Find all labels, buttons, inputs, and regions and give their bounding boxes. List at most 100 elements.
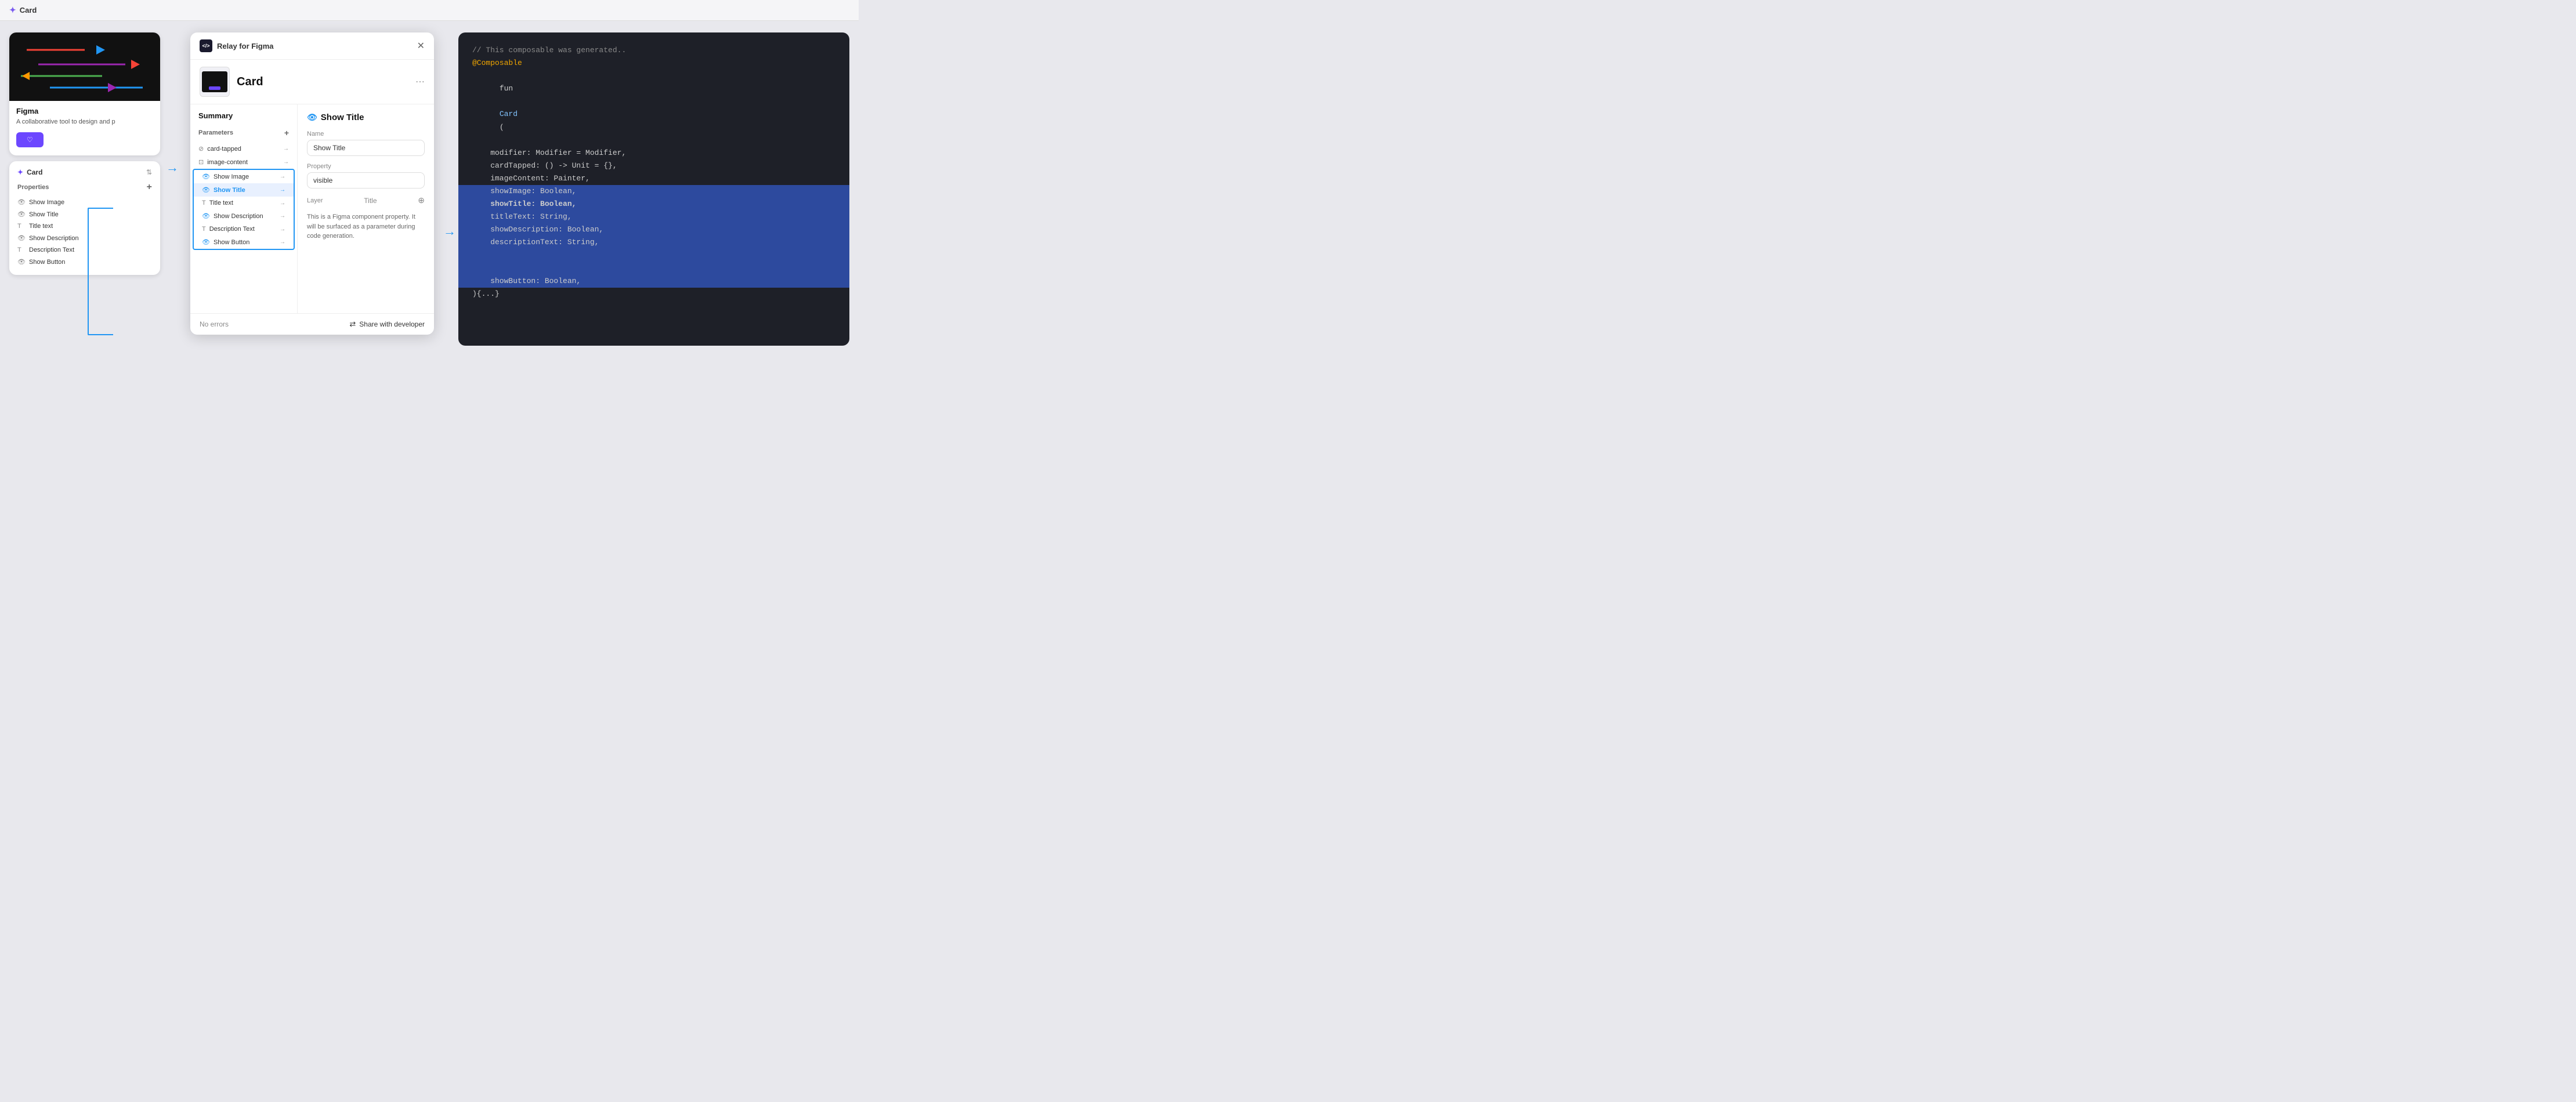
param-show-title[interactable]: 👁 Show Title → <box>194 183 294 197</box>
selected-params-group: 👁 Show Image → 👁 Show Title → T Title te… <box>194 170 294 249</box>
param-card-tapped[interactable]: ⊘ card-tapped → <box>190 142 297 155</box>
properties-add-icon[interactable]: + <box>147 182 152 193</box>
prop-show-image[interactable]: 👁 Show Image <box>17 196 152 208</box>
text-icon-2: T <box>17 246 26 253</box>
eye-icon-show-image: 👁 <box>202 173 210 180</box>
no-errors-text: No errors <box>200 320 229 328</box>
thumb-button <box>209 86 220 90</box>
modal-header: </> Relay for Figma ✕ <box>190 32 434 60</box>
figma-preview-image <box>9 32 160 101</box>
property-list: 👁 Show Image 👁 Show Title T Title text 👁… <box>17 196 152 268</box>
prop-description-text[interactable]: T Description Text <box>17 244 152 256</box>
prop-title-text-label: Title text <box>29 223 53 230</box>
params-add-button[interactable]: + <box>284 128 289 137</box>
plugin-name: Relay for Figma <box>217 42 274 50</box>
figma-preview-card: Figma A collaborative tool to design and… <box>9 32 160 155</box>
arrow-icon-6: → <box>280 213 285 219</box>
property-label: Property <box>307 163 425 170</box>
name-input[interactable] <box>307 140 425 156</box>
prop-show-title[interactable]: 👁 Show Title <box>17 208 152 220</box>
param-show-button[interactable]: 👁 Show Button → <box>194 235 294 249</box>
code-line-showbutton: showButton: Boolean, <box>458 275 849 288</box>
param-show-image-label: Show Image <box>214 173 249 180</box>
component-name: Card <box>237 75 415 89</box>
link-icon: ⊘ <box>198 145 204 153</box>
top-bar: ✦ Card <box>0 0 859 21</box>
arrow-icon-8: → <box>280 239 285 245</box>
eye-icon-1: 👁 <box>17 198 26 206</box>
detail-eye-icon: 👁 <box>307 113 317 122</box>
param-title-text-label: Title text <box>209 200 233 206</box>
detail-panel: 👁 Show Title Name Property visible Layer… <box>298 104 434 313</box>
code-line-showdescription: showDescription: Boolean, <box>458 223 849 236</box>
param-show-image[interactable]: 👁 Show Image → <box>194 170 294 183</box>
arrow-icon-3: → <box>280 173 285 180</box>
app-logo: ✦ Card <box>9 5 37 15</box>
code-line-showtitle: showTitle: Boolean, <box>458 198 849 211</box>
prop-show-description[interactable]: 👁 Show Description <box>17 232 152 244</box>
left-panel: Figma A collaborative tool to design and… <box>9 32 160 275</box>
modal-close-button[interactable]: ✕ <box>417 40 425 52</box>
eye-icon-2: 👁 <box>17 211 26 218</box>
params-label: Parameters <box>198 129 233 136</box>
component-menu-icon[interactable]: ⋯ <box>415 76 425 88</box>
arrow-icon-4: → <box>280 187 285 193</box>
figma-heart-button[interactable]: ♡ <box>16 132 44 147</box>
component-thumbnail <box>200 67 230 97</box>
eye-icon-4: 👁 <box>17 258 26 266</box>
modal-to-code-arrow: → <box>443 224 456 239</box>
panel-title-row: ✦ Card <box>17 168 42 176</box>
sort-icon[interactable]: ⇅ <box>146 168 152 176</box>
arrow-icon-1: → <box>283 146 289 152</box>
share-icon: ⇄ <box>349 320 356 329</box>
detail-property-row: Property visible <box>307 163 425 188</box>
prop-description-text-label: Description Text <box>29 246 74 253</box>
target-icon[interactable]: ⊕ <box>418 195 425 205</box>
code-comment: // This composable was generated.. <box>472 44 835 57</box>
param-show-button-label: Show Button <box>214 239 249 246</box>
code-line-cardtapped: cardTapped: () -> Unit = {}, <box>472 160 835 172</box>
params-header: Parameters + <box>190 126 297 142</box>
code-line-showimage: showImage: Boolean, <box>458 185 849 198</box>
class-name: Card <box>500 110 518 118</box>
figma-preview-body: Figma A collaborative tool to design and… <box>9 101 160 155</box>
code-line-titletext: titleText: String, <box>458 211 849 223</box>
share-button[interactable]: ⇄ Share with developer <box>349 320 425 329</box>
code-line-imagecontent: imageContent: Painter, <box>472 172 835 185</box>
text-icon-title: T <box>202 200 206 206</box>
panel-header: ✦ Card ⇅ <box>17 168 152 176</box>
param-image-content-label: image-content <box>207 159 248 166</box>
param-card-tapped-label: card-tapped <box>207 146 241 153</box>
eye-icon-show-desc: 👁 <box>202 212 210 220</box>
code-annotation: @Composable <box>472 57 835 70</box>
arrow-icon-7: → <box>280 226 285 233</box>
image-icon: ⊡ <box>198 158 204 166</box>
detail-name-row: Name <box>307 130 425 156</box>
param-title-text[interactable]: T Title text → <box>194 197 294 209</box>
prop-title-text[interactable]: T Title text <box>17 220 152 232</box>
open-paren: ( <box>500 123 504 132</box>
detail-section-title: 👁 Show Title <box>307 113 425 122</box>
param-show-description[interactable]: 👁 Show Description → <box>194 209 294 223</box>
left-to-modal-arrow: → <box>166 160 179 175</box>
app-title: Card <box>20 6 37 14</box>
fun-keyword: fun <box>500 84 513 93</box>
detail-title: Show Title <box>321 113 364 122</box>
thumb-inner <box>202 71 227 92</box>
property-value-text: visible <box>313 176 332 184</box>
figma-source-desc: A collaborative tool to design and p <box>16 118 153 126</box>
eye-icon-show-btn: 👁 <box>202 238 210 246</box>
summary-sidebar: Summary Parameters + ⊘ card-tapped → ⊡ i… <box>190 104 298 313</box>
properties-panel: ✦ Card ⇅ Properties + 👁 Show Image 👁 Sho… <box>9 161 160 275</box>
param-description-text[interactable]: T Description Text → <box>194 223 294 235</box>
prop-show-button-label: Show Button <box>29 259 65 266</box>
prop-show-description-label: Show Description <box>29 235 79 242</box>
prop-show-button[interactable]: 👁 Show Button <box>17 256 152 268</box>
relay-modal: </> Relay for Figma ✕ Card ⋯ Summary Par… <box>190 32 434 335</box>
code-fun-line: fun Card ( <box>472 70 835 147</box>
summary-title: Summary <box>190 111 297 126</box>
param-image-content[interactable]: ⊡ image-content → <box>190 155 297 169</box>
layer-label: Layer <box>307 197 323 204</box>
prop-show-image-label: Show Image <box>29 199 64 206</box>
share-label: Share with developer <box>359 320 425 328</box>
